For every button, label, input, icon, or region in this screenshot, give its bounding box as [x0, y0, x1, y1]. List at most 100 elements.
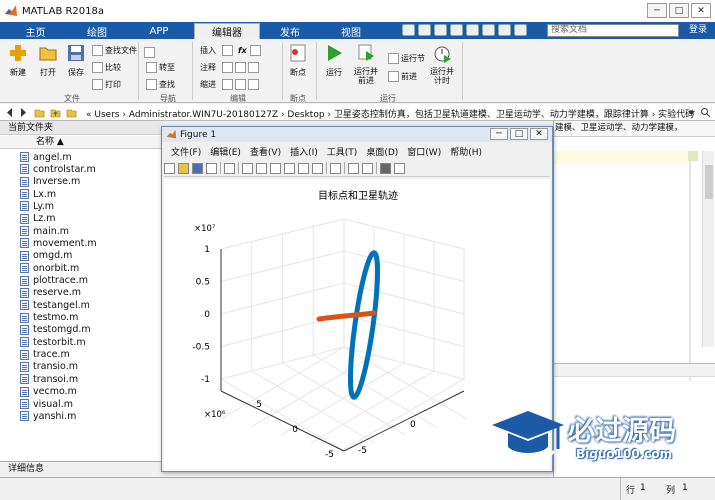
file-list-item[interactable]: yanshi.m: [20, 410, 76, 422]
folder-icon[interactable]: [34, 107, 45, 118]
goto-button[interactable]: 转至: [146, 62, 175, 73]
hide-tools-icon[interactable]: [380, 162, 391, 174]
name-column-header[interactable]: 名称 ▲: [0, 136, 163, 149]
menu-desktop[interactable]: 桌面(D): [366, 145, 398, 158]
minimize-button[interactable]: ─: [647, 3, 667, 18]
file-list-item[interactable]: Ly.m: [20, 200, 54, 212]
run-advance-button[interactable]: 运行并 前进: [354, 43, 378, 85]
indent-tools[interactable]: [222, 79, 261, 90]
find-button[interactable]: 查找: [146, 79, 175, 90]
file-list-item[interactable]: transio.m: [20, 361, 78, 373]
breakpoints-button[interactable]: 断点: [288, 43, 308, 78]
zoom-in-icon[interactable]: [242, 162, 253, 174]
compare-button[interactable]: 比较: [92, 62, 121, 73]
search-docs-input[interactable]: 搜索文档: [547, 24, 679, 37]
colorbar-icon[interactable]: [348, 162, 359, 174]
quick-save-icon[interactable]: [402, 24, 415, 36]
menu-tools[interactable]: 工具(T): [327, 145, 358, 158]
comment-button[interactable]: 注释: [200, 62, 216, 73]
menu-insert[interactable]: 插入(I): [290, 145, 318, 158]
search-icon[interactable]: [700, 107, 711, 118]
quick-switch-icon[interactable]: [498, 24, 511, 36]
open-file-icon[interactable]: [178, 162, 189, 174]
run-section-button[interactable]: 运行节: [388, 53, 425, 64]
file-list-item[interactable]: onorbit.m: [20, 262, 79, 274]
brush-icon[interactable]: [312, 162, 323, 174]
pointer-icon[interactable]: [224, 162, 235, 174]
save-figure-icon[interactable]: [192, 162, 203, 174]
open-button[interactable]: 打开: [38, 43, 58, 78]
quick-paste-icon[interactable]: [450, 24, 463, 36]
maximize-button[interactable]: □: [669, 3, 689, 18]
details-panel[interactable]: 详细信息: [0, 461, 163, 477]
menu-edit[interactable]: 编辑(E): [210, 145, 241, 158]
file-list-item[interactable]: controlstar.m: [20, 163, 96, 175]
figure-titlebar[interactable]: Figure 1 ─ □ ✕: [162, 127, 552, 142]
file-list-item[interactable]: trace.m: [20, 349, 70, 361]
browse-folder-icon[interactable]: [66, 107, 77, 118]
file-list-item[interactable]: plottrace.m: [20, 275, 88, 287]
save-button[interactable]: 保存: [66, 43, 86, 78]
menu-help[interactable]: 帮助(H): [450, 145, 482, 158]
file-list-item[interactable]: Inverse.m: [20, 176, 80, 188]
file-list-item[interactable]: transoi.m: [20, 373, 78, 385]
chevron-down-icon[interactable]: [686, 107, 697, 118]
menu-view[interactable]: 查看(V): [250, 145, 281, 158]
data-cursor-icon[interactable]: [298, 162, 309, 174]
file-list-item[interactable]: main.m: [20, 225, 69, 237]
quick-redo-icon[interactable]: [482, 24, 495, 36]
quick-cut-icon[interactable]: [418, 24, 431, 36]
tab-view[interactable]: 视图: [322, 23, 380, 39]
tab-publish[interactable]: 发布: [262, 23, 318, 39]
file-list-item[interactable]: Lx.m: [20, 188, 56, 200]
file-list-item[interactable]: omgd.m: [20, 250, 72, 262]
figure-maximize-button[interactable]: □: [510, 128, 528, 140]
file-list-item[interactable]: reserve.m: [20, 287, 81, 299]
show-tools-icon[interactable]: [394, 162, 405, 174]
forward-arrow-icon[interactable]: [18, 107, 29, 118]
tab-editor[interactable]: 编辑器: [194, 23, 260, 39]
tab-plots[interactable]: 绘图: [68, 23, 126, 39]
rotate-3d-icon[interactable]: [284, 162, 295, 174]
close-button[interactable]: ✕: [691, 3, 711, 18]
file-list-item[interactable]: testorbit.m: [20, 336, 86, 348]
quick-undo-icon[interactable]: [466, 24, 479, 36]
run-button[interactable]: 运行: [324, 43, 344, 78]
quick-copy-icon[interactable]: [434, 24, 447, 36]
scrollbar-thumb[interactable]: [705, 165, 713, 199]
advance-button[interactable]: 前进: [388, 71, 417, 82]
file-list-item[interactable]: testangel.m: [20, 299, 90, 311]
insert-button[interactable]: 插入: [200, 45, 216, 56]
file-list-item[interactable]: testmo.m: [20, 312, 78, 324]
file-list-item[interactable]: testomgd.m: [20, 324, 91, 336]
menu-file[interactable]: 文件(F): [171, 145, 201, 158]
insert-tools[interactable]: fx: [222, 45, 263, 56]
tab-apps[interactable]: APP: [130, 23, 188, 39]
quick-help-icon[interactable]: [514, 24, 527, 36]
new-button[interactable]: 新建: [8, 43, 28, 78]
folder-up-icon[interactable]: [50, 107, 61, 118]
find-files-button[interactable]: 查找文件: [92, 45, 137, 56]
back-forward-button[interactable]: [144, 47, 157, 58]
print-figure-icon[interactable]: [206, 162, 217, 174]
figure-minimize-button[interactable]: ─: [490, 128, 508, 140]
sign-in-button[interactable]: 登录: [681, 24, 715, 37]
legend-icon[interactable]: [362, 162, 373, 174]
tab-home[interactable]: 主页: [8, 23, 63, 39]
menu-window[interactable]: 窗口(W): [407, 145, 441, 158]
link-plot-icon[interactable]: [330, 162, 341, 174]
run-time-button[interactable]: 运行并 计时: [430, 43, 454, 85]
file-list-item[interactable]: vecmo.m: [20, 386, 77, 398]
file-list-item[interactable]: movement.m: [20, 237, 97, 249]
current-path[interactable]: « Users › Administrator.WIN7U-20180127Z …: [86, 107, 694, 120]
indent-button[interactable]: 缩进: [200, 79, 216, 90]
comment-tools[interactable]: [222, 62, 261, 73]
new-figure-icon[interactable]: [164, 162, 175, 174]
file-list-item[interactable]: Lz.m: [20, 213, 56, 225]
print-button[interactable]: 打印: [92, 79, 121, 90]
file-list-item[interactable]: visual.m: [20, 398, 73, 410]
pan-hand-icon[interactable]: [270, 162, 281, 174]
back-arrow-icon[interactable]: [4, 107, 15, 118]
file-list-item[interactable]: angel.m: [20, 151, 72, 163]
editor-scrollbar[interactable]: [702, 151, 714, 347]
